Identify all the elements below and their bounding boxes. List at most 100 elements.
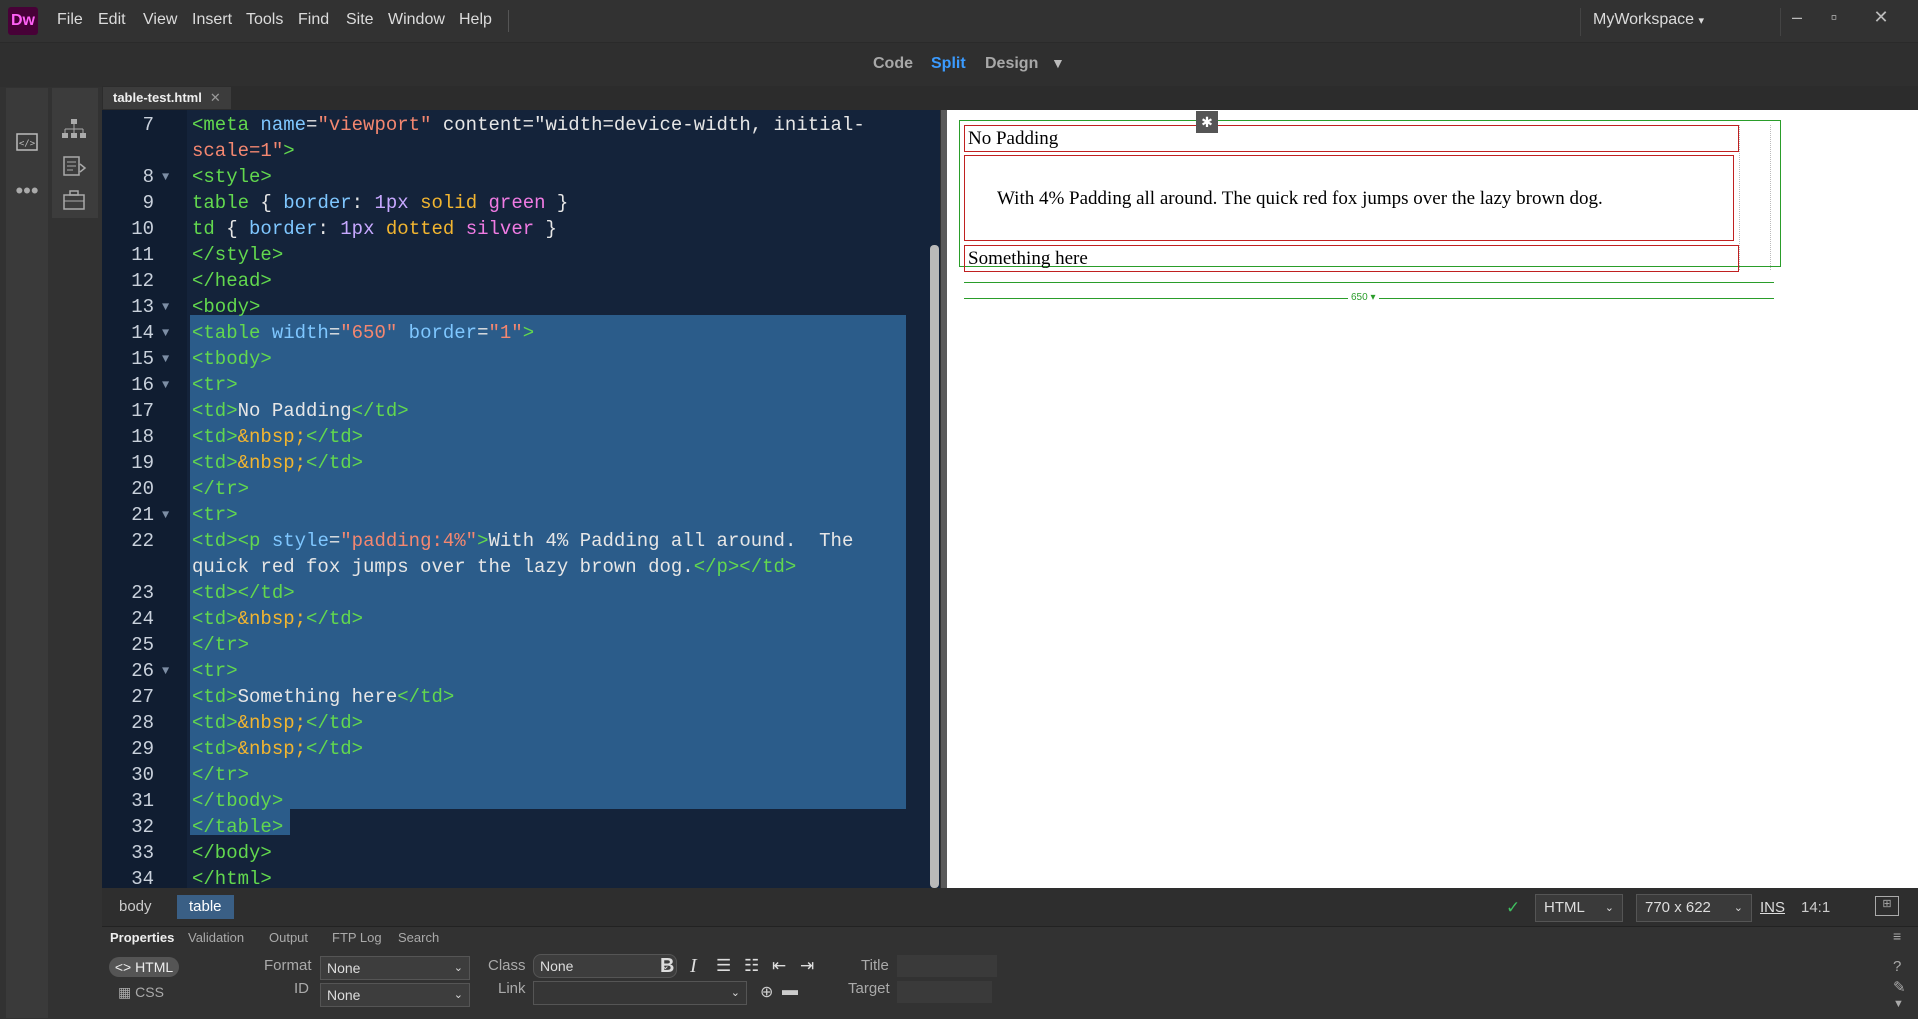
code-line[interactable]: <td>&nbsp;</td>	[192, 736, 363, 762]
menu-find[interactable]: Find	[298, 11, 329, 29]
unordered-list-icon[interactable]: ☰	[716, 956, 731, 976]
code-line[interactable]: <td>&nbsp;</td>	[192, 424, 363, 450]
design-cell-padded[interactable]: With 4% Padding all around. The quick re…	[964, 155, 1734, 241]
browse-folder-icon[interactable]: ▬	[782, 982, 798, 1000]
menu-file[interactable]: File	[57, 11, 83, 29]
code-scrollbar[interactable]	[930, 245, 939, 888]
insert-mode-indicator[interactable]: INS	[1760, 899, 1785, 916]
live-view-options-icon[interactable]: ⊞	[1875, 896, 1899, 916]
code-line[interactable]: table { border: 1px solid green }	[192, 190, 568, 216]
element-settings-icon[interactable]: ✱	[1196, 111, 1218, 133]
menu-site[interactable]: Site	[346, 11, 374, 29]
tab-ftp-log[interactable]: FTP Log	[332, 930, 382, 945]
code-line[interactable]: quick red fox jumps over the lazy brown …	[192, 554, 796, 580]
code-editor[interactable]: 7 8 ▼ 9 10 11 12 13 ▼ 14 ▼ 15 ▼ 16 ▼ 17 18 19 20 21 ▼ 22 23 24 2…	[102, 110, 940, 888]
minimize-icon[interactable]: –	[1780, 4, 1814, 30]
maximize-icon[interactable]: ▫	[1817, 4, 1851, 30]
code-line[interactable]: </table>	[192, 814, 283, 840]
menu-window[interactable]: Window	[388, 11, 445, 29]
more-options-icon[interactable]: •••	[12, 178, 42, 204]
fold-icon[interactable]: ▼	[162, 326, 169, 340]
point-to-file-icon[interactable]: ⊕	[760, 982, 773, 1002]
code-line[interactable]: <table width="650" border="1">	[192, 320, 534, 346]
code-line[interactable]: <tbody>	[192, 346, 272, 372]
fold-icon[interactable]: ▼	[162, 170, 169, 184]
menu-edit[interactable]: Edit	[98, 11, 126, 29]
code-line[interactable]: <td>Something here</td>	[192, 684, 454, 710]
code-view-button[interactable]: Code	[873, 55, 913, 73]
tab-search[interactable]: Search	[398, 930, 439, 945]
css-designer-icon[interactable]	[59, 155, 89, 182]
help-icon[interactable]: ?	[1893, 958, 1901, 975]
document-tab[interactable]: table-test.html ✕	[103, 87, 231, 109]
collapse-panel-icon[interactable]: ▼	[1893, 998, 1904, 1010]
code-line[interactable]: </body>	[192, 840, 272, 866]
table-width-label[interactable]: 650 ▾	[1348, 292, 1379, 303]
breadcrumb-body[interactable]: body	[107, 895, 164, 919]
link-input[interactable]: ⌄	[533, 981, 747, 1005]
fold-icon[interactable]: ▼	[162, 508, 169, 522]
code-line[interactable]: <tr>	[192, 372, 238, 398]
menu-tools[interactable]: Tools	[246, 11, 283, 29]
code-line[interactable]: <td>&nbsp;</td>	[192, 606, 363, 632]
code-line[interactable]: <td></td>	[192, 580, 295, 606]
workspace-switcher[interactable]: MyWorkspace ▾	[1593, 11, 1704, 29]
code-line[interactable]: <style>	[192, 164, 272, 190]
close-tab-icon[interactable]: ✕	[210, 90, 221, 105]
code-view-icon[interactable]: </>	[12, 132, 42, 157]
fold-icon[interactable]: ▼	[162, 664, 169, 678]
menu-help[interactable]: Help	[459, 11, 492, 29]
format-select[interactable]: None ⌄	[320, 956, 470, 980]
code-line[interactable]: </head>	[192, 268, 272, 294]
code-line[interactable]: <td>No Padding</td>	[192, 398, 409, 424]
close-icon[interactable]: ✕	[1864, 4, 1898, 30]
menu-insert[interactable]: Insert	[192, 11, 232, 29]
empty-cells[interactable]	[1739, 125, 1771, 270]
menu-view[interactable]: View	[143, 11, 177, 29]
code-line[interactable]: <tr>	[192, 658, 238, 684]
bold-button[interactable]: B	[660, 955, 674, 978]
tab-properties[interactable]: Properties	[110, 930, 174, 945]
fold-icon[interactable]: ▼	[162, 352, 169, 366]
window-size-select[interactable]: 770 x 622 ⌄	[1636, 894, 1752, 922]
code-line[interactable]: <meta name="viewport" content="width=dev…	[192, 112, 865, 138]
doc-type-select[interactable]: HTML ⌄	[1535, 894, 1623, 922]
view-dropdown-icon[interactable]: ▼	[1051, 55, 1065, 71]
indent-icon[interactable]: ⇥	[800, 956, 814, 976]
code-line[interactable]: <tr>	[192, 502, 238, 528]
code-line[interactable]: scale=1">	[192, 138, 295, 164]
design-cell-something[interactable]: Something here	[964, 245, 1739, 272]
target-select[interactable]	[897, 981, 992, 1003]
tab-validation[interactable]: Validation	[188, 930, 244, 945]
title-input[interactable]	[897, 955, 997, 977]
fold-icon[interactable]: ▼	[162, 300, 169, 314]
code-line[interactable]: </tr>	[192, 476, 249, 502]
design-view-button[interactable]: Design	[985, 55, 1038, 73]
validation-ok-icon[interactable]: ✓	[1506, 898, 1520, 918]
code-line[interactable]: </html>	[192, 866, 272, 888]
code-line[interactable]: td { border: 1px dotted silver }	[192, 216, 557, 242]
split-view-button[interactable]: Split	[931, 55, 966, 73]
assets-icon[interactable]	[59, 189, 89, 216]
italic-button[interactable]: I	[690, 955, 697, 978]
code-line[interactable]: </tr>	[192, 762, 249, 788]
code-line[interactable]: <td>&nbsp;</td>	[192, 450, 363, 476]
id-select[interactable]: None ⌄	[320, 983, 470, 1007]
code-line[interactable]: </tbody>	[192, 788, 283, 814]
html-mode-button[interactable]: <> HTML	[109, 957, 179, 977]
code-line[interactable]: </style>	[192, 242, 283, 268]
code-line[interactable]: <td><p style="padding:4%">With 4% Paddin…	[192, 528, 853, 554]
panel-menu-icon[interactable]: ≡	[1893, 928, 1901, 944]
fold-icon[interactable]: ▼	[162, 378, 169, 392]
css-mode-button[interactable]: ▦ CSS	[118, 984, 164, 1001]
outdent-icon[interactable]: ⇤	[772, 956, 786, 976]
design-view[interactable]: No Padding With 4% Padding all around. T…	[947, 110, 1918, 888]
dom-tree-icon[interactable]	[59, 118, 89, 145]
quick-tag-editor-icon[interactable]: ✎	[1893, 978, 1906, 996]
class-select[interactable]: None ⌄	[533, 954, 677, 978]
breadcrumb-table[interactable]: table	[177, 895, 234, 919]
code-line[interactable]: <body>	[192, 294, 260, 320]
ordered-list-icon[interactable]: ☷	[744, 956, 759, 976]
tab-output[interactable]: Output	[269, 930, 308, 945]
code-line[interactable]: </tr>	[192, 632, 249, 658]
